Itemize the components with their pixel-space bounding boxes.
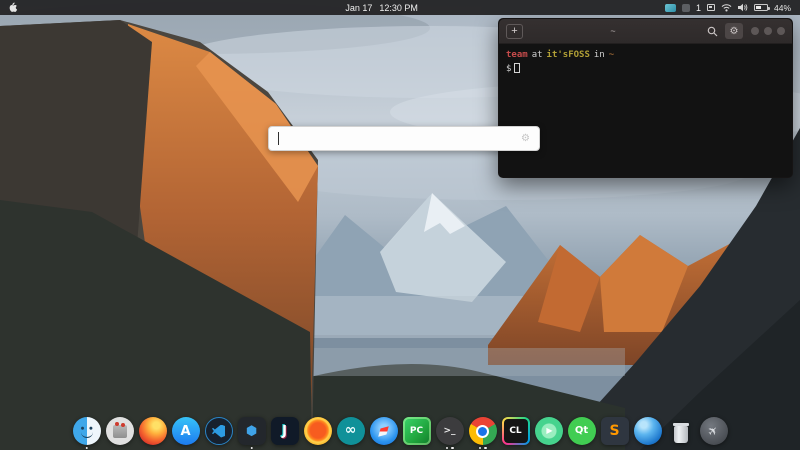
- clion-glyph: CL: [509, 427, 521, 436]
- prompt-in: in: [594, 50, 605, 60]
- dim-app-icon[interactable]: [682, 4, 690, 12]
- prompt-path: ~: [609, 50, 614, 60]
- terminal-prompt-line: teamat it'sFOSS in ~: [506, 50, 785, 60]
- arduino-dock-icon[interactable]: ∞: [337, 417, 365, 445]
- sublime-glyph: S: [609, 424, 619, 438]
- appstore-dock-icon[interactable]: A: [172, 417, 200, 445]
- launcher-search-input[interactable]: ⚙: [268, 126, 540, 151]
- terminal-cursor: [514, 63, 520, 73]
- clion-dock-icon[interactable]: CL: [502, 417, 530, 445]
- pycharm-dock-icon[interactable]: PC: [403, 417, 431, 445]
- sublime-dock-icon[interactable]: S: [601, 417, 629, 445]
- battery-fill: [756, 6, 761, 9]
- menu-bar-clock[interactable]: Jan 17 12:30 PM: [345, 3, 418, 13]
- settings-button[interactable]: ⚙: [725, 23, 743, 39]
- trash-dock-icon[interactable]: [667, 417, 695, 445]
- launchpad-dock-icon[interactable]: ✈: [700, 417, 728, 445]
- running-indicator: [85, 447, 88, 450]
- player-dock-icon[interactable]: ▶: [535, 417, 563, 445]
- appstore-glyph: A: [180, 425, 190, 438]
- window-controls: [751, 27, 785, 35]
- display-icon[interactable]: [665, 4, 676, 12]
- polyhedron-dock-icon[interactable]: [634, 417, 662, 445]
- terminal-command-line: $: [506, 63, 785, 74]
- qt-dock-icon[interactable]: Qt: [568, 417, 596, 445]
- window-control-close[interactable]: [777, 27, 785, 35]
- input-source-indicator[interactable]: 1: [696, 3, 701, 13]
- brave-dock-icon[interactable]: [304, 417, 332, 445]
- clock-time: 12:30 PM: [379, 3, 418, 13]
- prompt-symbol: $: [506, 64, 511, 74]
- dock: A ⬢ J ∞ PC >_ CL ▶ Qt S ✈: [0, 417, 800, 445]
- apple-menu-icon[interactable]: [9, 2, 18, 13]
- terminal-glyph: >_: [443, 427, 455, 436]
- player-glyph: ▶: [546, 427, 552, 435]
- prompt-user: team: [506, 50, 528, 60]
- chrome-dock-icon[interactable]: [469, 417, 497, 445]
- running-indicator: [250, 447, 253, 450]
- bluehex-dock-icon[interactable]: ⬢: [238, 417, 266, 445]
- utility-dock-icon[interactable]: [106, 417, 134, 445]
- new-tab-button[interactable]: +: [506, 24, 523, 39]
- search-button[interactable]: [703, 23, 721, 39]
- terminal-window: + ~ ⚙ teamat it'sFOSS in ~ $: [498, 18, 793, 178]
- terminal-dock-icon[interactable]: >_: [436, 417, 464, 445]
- volume-icon[interactable]: [738, 3, 748, 12]
- launchpad-glyph: ✈: [706, 423, 722, 439]
- menu-bar: Jan 17 12:30 PM 1 44%: [0, 0, 800, 15]
- terminal-titlebar[interactable]: + ~ ⚙: [499, 19, 792, 44]
- vscode-dock-icon[interactable]: [205, 417, 233, 445]
- window-switcher-icon[interactable]: [707, 4, 715, 11]
- window-control-minimize[interactable]: [751, 27, 759, 35]
- running-indicator: [446, 447, 454, 450]
- terminal-body[interactable]: teamat it'sFOSS in ~ $: [499, 44, 792, 177]
- terminal-title: ~: [523, 26, 703, 36]
- battery-icon[interactable]: [754, 4, 768, 11]
- wifi-icon[interactable]: [721, 3, 732, 12]
- bluehex-glyph: ⬢: [246, 425, 257, 438]
- desktop: Jan 17 12:30 PM 1 44% + ~: [0, 0, 800, 450]
- battery-percent: 44%: [774, 3, 791, 13]
- firefox-dock-icon[interactable]: [139, 417, 167, 445]
- qt-glyph: Qt: [575, 426, 588, 436]
- gear-icon: ⚙: [730, 26, 739, 37]
- text-caret: [278, 132, 279, 145]
- files-dock-icon[interactable]: [73, 417, 101, 445]
- tiktok-dock-icon[interactable]: J: [271, 417, 299, 445]
- pycharm-glyph: PC: [410, 427, 423, 436]
- tiktok-glyph: J: [282, 425, 287, 438]
- clock-date: Jan 17: [345, 3, 372, 13]
- safari-dock-icon[interactable]: [370, 417, 398, 445]
- launcher-gear-icon[interactable]: ⚙: [521, 133, 530, 144]
- window-control-maximize[interactable]: [764, 27, 772, 35]
- search-icon: [707, 26, 718, 37]
- menu-bar-status-area: 1 44%: [665, 3, 791, 13]
- prompt-host: it'sFOSS: [547, 50, 590, 60]
- running-indicator: [479, 447, 487, 450]
- arduino-glyph: ∞: [345, 423, 357, 437]
- prompt-at: at: [532, 50, 543, 60]
